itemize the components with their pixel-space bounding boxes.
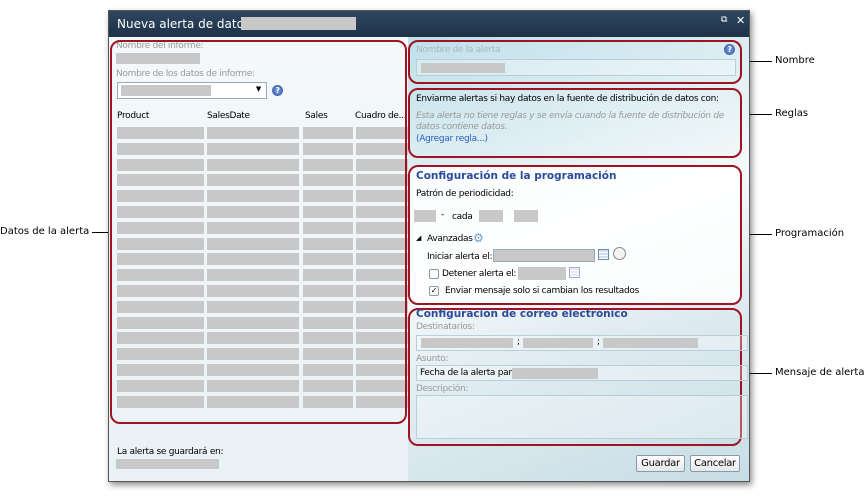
interval-input[interactable]	[479, 210, 503, 222]
callout-rules: Reglas	[775, 108, 809, 119]
stop-checkbox[interactable]	[429, 269, 439, 279]
every-label: cada	[452, 212, 473, 222]
description-label: Descripción:	[416, 384, 469, 394]
save-button[interactable]: Guardar	[636, 455, 685, 472]
add-rule-link[interactable]: (Agregar regla...)	[416, 134, 488, 144]
start-label: Iniciar alerta el:	[427, 252, 493, 262]
clock-icon[interactable]	[613, 247, 626, 260]
email-title: Configuración de correo electrónico	[416, 308, 628, 320]
callout-schedule: Programación	[775, 228, 845, 239]
schedule-title: Configuración de la programación	[416, 170, 617, 182]
subject-input[interactable]: Fecha de la alerta para	[416, 365, 748, 381]
advanced-toggle[interactable]: Avanzadas	[427, 234, 473, 244]
close-icon[interactable]: ✕	[736, 14, 745, 27]
restore-icon[interactable]: ⧉	[721, 15, 727, 25]
only-changes-checkbox[interactable]: ✓	[429, 286, 439, 296]
description-input[interactable]	[416, 395, 748, 439]
unit-select[interactable]	[514, 210, 538, 222]
gear-icon: ⚙	[473, 231, 484, 245]
title-bar: Nueva alerta de datos - ⧉ ✕	[109, 11, 749, 37]
subject-value: Fecha de la alerta para	[420, 368, 517, 378]
new-data-alert-dialog: Nueva alerta de datos - ⧉ ✕ Nombre del i…	[108, 10, 750, 482]
cancel-button[interactable]: Cancelar	[690, 455, 740, 472]
expand-icon[interactable]: ◢	[416, 234, 421, 242]
alert-data-panel: Nombre del informe: Nombre de los datos …	[109, 37, 408, 481]
alert-name-input[interactable]	[416, 59, 736, 76]
rules-note: Esta alerta no tiene reglas y se envía c…	[416, 111, 725, 132]
stop-date-input[interactable]	[518, 267, 566, 280]
report-name-redacted	[241, 17, 356, 30]
start-date-input[interactable]	[493, 249, 595, 262]
subject-label: Asunto:	[416, 354, 449, 364]
stop-label: Detener alerta el:	[442, 269, 517, 279]
help-icon[interactable]: ?	[724, 44, 735, 55]
callout-data: Datos de la alerta	[0, 226, 90, 237]
recipients-input[interactable]: ; ;	[416, 335, 748, 351]
save-location-label: La alerta se guardará en:	[117, 447, 224, 457]
calendar-icon[interactable]	[569, 267, 580, 278]
highlight-data	[110, 40, 407, 424]
pattern-select[interactable]	[414, 210, 436, 222]
save-location-value	[116, 459, 219, 469]
recipients-label: Destinatarios:	[416, 322, 475, 332]
pattern-label: Patrón de periodicidad:	[416, 189, 514, 199]
only-changes-label: Enviar mensaje solo si cambian los resul…	[445, 286, 639, 296]
callout-name: Nombre	[775, 55, 815, 66]
alert-settings-panel: Nombre de la alerta ? Enviarme alertas s…	[408, 37, 749, 481]
callout-message: Mensaje de alerta	[775, 367, 865, 378]
rules-heading: Enviarme alertas si hay datos en la fuen…	[416, 94, 719, 104]
dialog-title: Nueva alerta de datos -	[117, 17, 259, 31]
calendar-icon[interactable]	[598, 249, 609, 260]
alert-name-label: Nombre de la alerta	[416, 45, 501, 55]
